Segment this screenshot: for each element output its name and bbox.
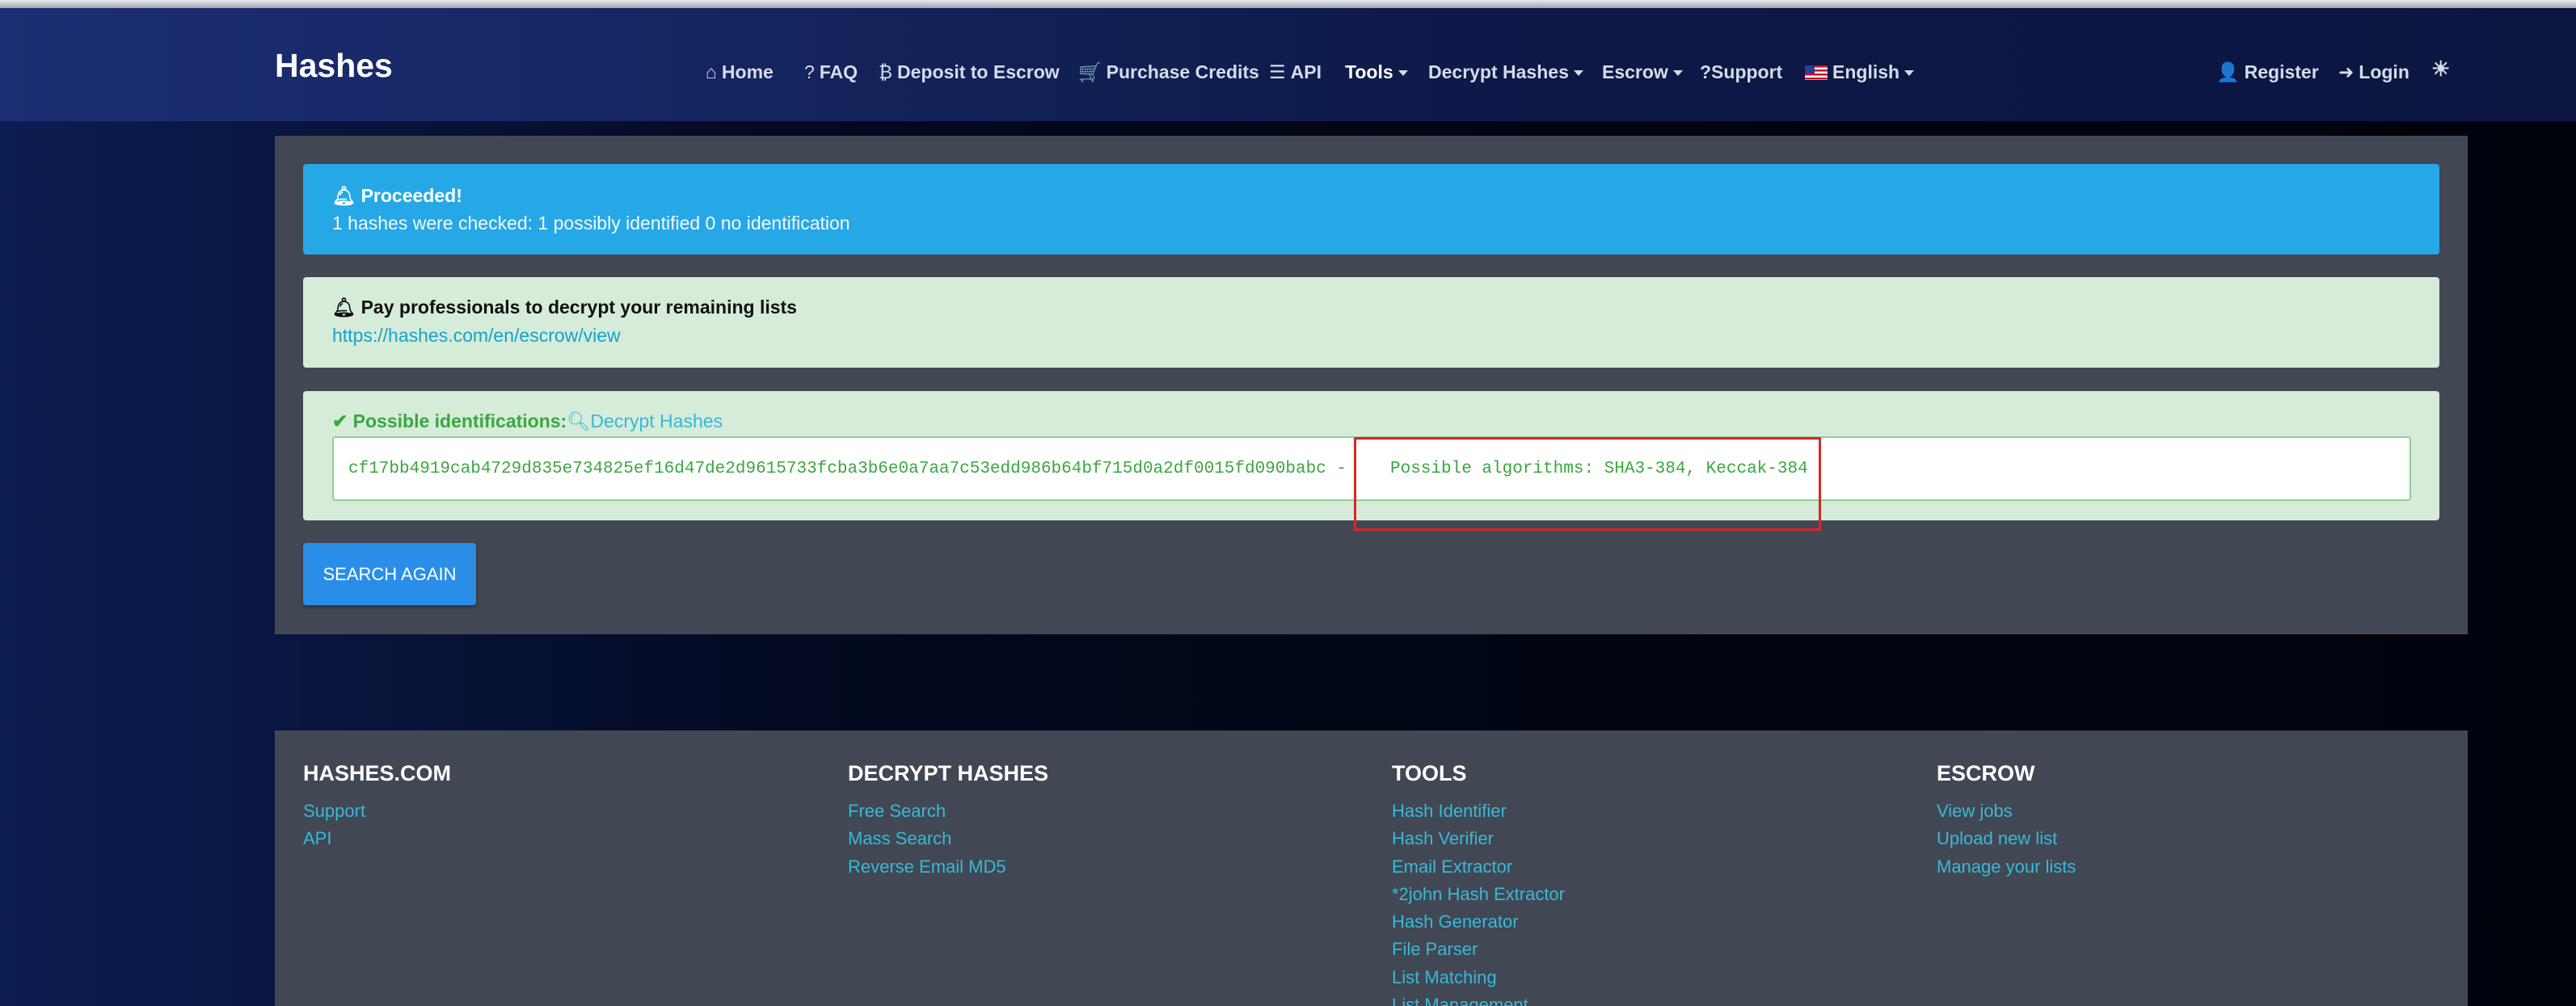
footer-col-escrow: ESCROW View jobs Upload new list Manage … <box>1937 761 2076 881</box>
footer-heading-tools: TOOLS <box>1392 761 1467 785</box>
footer <box>275 730 2468 1006</box>
nav-api-label: API <box>1290 61 1322 82</box>
bell-icon: 🔔︎ <box>332 297 356 318</box>
user-plus-icon: 👤 <box>2216 61 2240 82</box>
decrypt-hashes-link-label: Decrypt Hashes <box>590 410 723 431</box>
alert-pay-title: Pay professionals to decrypt your remain… <box>360 297 797 318</box>
chevron-down-icon <box>1672 70 1683 77</box>
chevron-down-icon <box>1398 70 1408 77</box>
footer-link-2john-extractor[interactable]: *2john Hash Extractor <box>1392 881 1565 908</box>
cart-icon: 🛒 <box>1078 61 1102 82</box>
escrow-view-link[interactable]: https://hashes.com/en/escrow/view <box>332 325 621 347</box>
chevron-down-icon <box>1573 70 1583 77</box>
nav-deposit-label: Deposit to Escrow <box>897 61 1060 82</box>
nav-language[interactable]: English <box>1805 61 1915 83</box>
footer-link-manage-lists[interactable]: Manage your lists <box>1937 853 2076 881</box>
browser-top-edge <box>0 0 2576 8</box>
faq-icon: ? <box>804 61 815 82</box>
us-flag-icon <box>1805 65 1828 80</box>
search-icon: 🔍︎ <box>567 410 591 431</box>
nav-faq-label: FAQ <box>819 61 858 82</box>
nav-tools[interactable]: Tools <box>1345 61 1408 83</box>
footer-link-mass-search[interactable]: Mass Search <box>848 825 1048 852</box>
nav-login[interactable]: ➜ Login <box>2338 61 2409 83</box>
alert-pay-title-row: 🔔︎ Pay professionals to decrypt your rem… <box>332 297 797 318</box>
nav-decrypt-label: Decrypt Hashes <box>1428 61 1569 82</box>
highlight-box <box>1354 437 1821 531</box>
footer-link-hash-generator[interactable]: Hash Generator <box>1392 908 1565 936</box>
alert-proceeded-text: 1 hashes were checked: 1 possibly identi… <box>332 213 850 234</box>
footer-link-api[interactable]: API <box>303 825 451 852</box>
footer-col-hashes-com: HASHES.COM Support API <box>303 761 451 853</box>
nav-tools-label: Tools <box>1345 61 1393 82</box>
result-hash: cf17bb4919cab4729d835e734825ef16d47de2d9… <box>348 460 1347 478</box>
nav-deposit[interactable]: ₿ Deposit to Escrow <box>879 61 1060 83</box>
alert-proceeded-title: Proceeded! <box>360 185 462 206</box>
footer-heading-escrow: ESCROW <box>1937 761 2035 785</box>
bell-icon: 🔔︎ <box>332 185 356 206</box>
brand-logo[interactable]: Hashes <box>275 47 393 85</box>
footer-col-decrypt-hashes: DECRYPT HASHES Free Search Mass Search R… <box>848 761 1048 881</box>
footer-link-upload-new-list[interactable]: Upload new list <box>1937 825 2076 852</box>
footer-link-list-matching[interactable]: List Matching <box>1392 964 1565 991</box>
footer-link-view-jobs[interactable]: View jobs <box>1937 798 2076 825</box>
footer-link-file-parser[interactable]: File Parser <box>1392 936 1565 963</box>
chevron-down-icon <box>1904 70 1915 77</box>
footer-link-free-search[interactable]: Free Search <box>848 798 1048 825</box>
decrypt-hashes-link[interactable]: 🔍︎Decrypt Hashes <box>567 410 723 431</box>
nav-support[interactable]: ?Support <box>1700 61 1782 83</box>
sun-icon: ☀ <box>2431 57 2451 81</box>
footer-link-support[interactable]: Support <box>303 798 451 825</box>
theme-toggle[interactable]: ☀ <box>2431 57 2450 82</box>
nav-register[interactable]: 👤 Register <box>2216 61 2319 83</box>
nav-login-label: Login <box>2359 61 2409 82</box>
nav-faq[interactable]: ? FAQ <box>804 61 858 83</box>
navbar: Hashes ⌂ Home ? FAQ ₿ Deposit to Escrow 🛒 Pu… <box>0 8 2576 121</box>
nav-escrow[interactable]: Escrow <box>1602 61 1683 83</box>
alert-proceeded-title-row: 🔔︎ Proceeded! <box>332 185 462 207</box>
footer-heading-hashes-com: HASHES.COM <box>303 761 452 785</box>
footer-link-hash-identifier[interactable]: Hash Identifier <box>1392 798 1565 825</box>
nav-escrow-label: Escrow <box>1602 61 1668 82</box>
alert-proceeded: 🔔︎ Proceeded! 1 hashes were checked: 1 p… <box>303 164 2439 255</box>
nav-home-label: Home <box>721 61 774 82</box>
footer-link-email-extractor[interactable]: Email Extractor <box>1392 853 1565 881</box>
alert-possible-title: Possible identifications: <box>352 410 567 431</box>
footer-heading-decrypt-hashes: DECRYPT HASHES <box>848 761 1049 785</box>
sign-in-icon: ➜ <box>2338 61 2355 82</box>
server-icon: ☰ <box>1269 61 1286 82</box>
nav-decrypt-hashes[interactable]: Decrypt Hashes <box>1428 61 1583 83</box>
alert-pay-professionals: 🔔︎ Pay professionals to decrypt your rem… <box>303 277 2439 368</box>
nav-register-label: Register <box>2244 61 2319 82</box>
nav-purchase[interactable]: 🛒 Purchase Credits <box>1078 61 1259 83</box>
footer-link-reverse-email-md5[interactable]: Reverse Email MD5 <box>848 853 1048 881</box>
home-icon: ⌂ <box>706 61 717 82</box>
nav-language-label: English <box>1832 61 1900 82</box>
alert-possible-title-row: ✔ Possible identifications:🔍︎Decrypt Has… <box>332 410 723 432</box>
footer-link-list-management[interactable]: List Management <box>1392 991 1565 1006</box>
search-again-button[interactable]: SEARCH AGAIN <box>303 543 476 605</box>
check-icon: ✔ <box>332 410 348 431</box>
nav-home[interactable]: ⌂ Home <box>706 61 774 83</box>
nav-purchase-label: Purchase Credits <box>1106 61 1259 82</box>
nav-api[interactable]: ☰ API <box>1269 61 1322 83</box>
bitcoin-icon: ₿ <box>879 61 893 82</box>
footer-link-hash-verifier[interactable]: Hash Verifier <box>1392 825 1565 852</box>
footer-col-tools: TOOLS Hash Identifier Hash Verifier Emai… <box>1392 761 1565 1006</box>
nav-support-label: ?Support <box>1700 61 1783 82</box>
